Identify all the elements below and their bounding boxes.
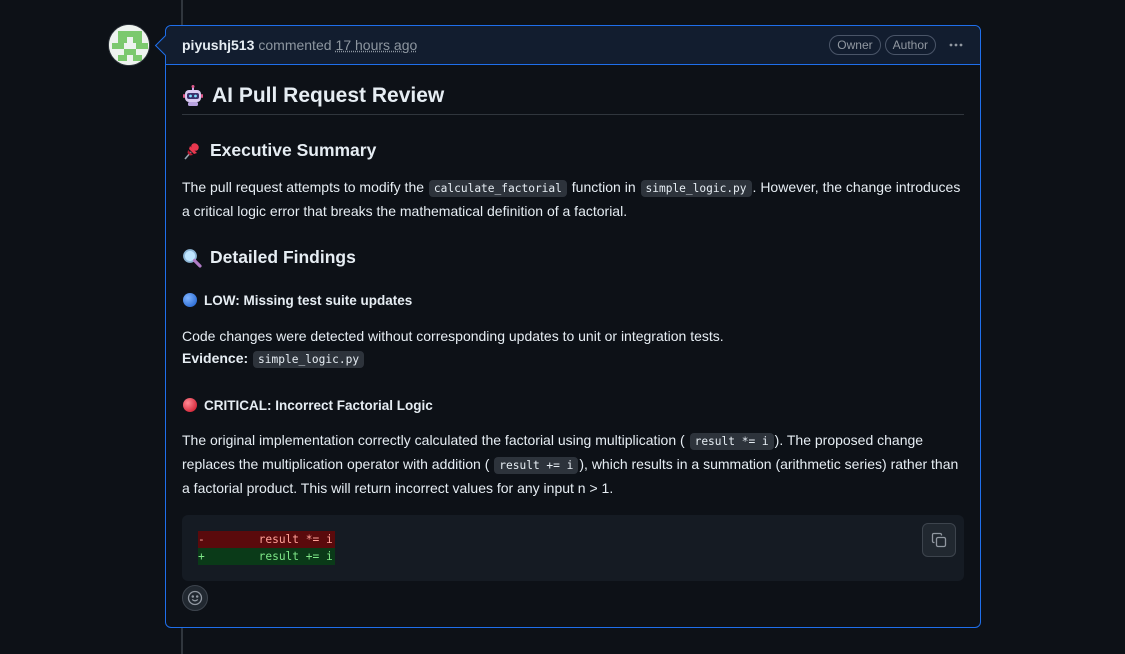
finding-critical-title: CRITICAL: Incorrect Factorial Logic <box>182 397 964 413</box>
comment-body: AI Pull Request Review Executive Summary… <box>166 65 980 581</box>
diff-added-line: + result += i <box>198 548 335 565</box>
diff-code-block: - result *= i + result += i <box>182 515 964 581</box>
evidence-label: Evidence: <box>182 350 249 366</box>
copy-button[interactable] <box>922 523 956 557</box>
summary-heading-text: Executive Summary <box>210 140 377 160</box>
author-badge: Author <box>884 35 936 55</box>
smiley-icon <box>187 590 203 606</box>
comment-author[interactable]: piyushj513 <box>182 37 254 53</box>
magnifying-glass-emoji-icon <box>182 248 202 268</box>
critical-text-1: The original implementation correctly ca… <box>182 432 685 448</box>
comment-box: piyushj513 commented 17 hours ago Owner … <box>165 25 981 628</box>
review-title: AI Pull Request Review <box>182 84 964 115</box>
robot-emoji-icon <box>182 85 204 107</box>
finding-critical-title-text: CRITICAL: Incorrect Factorial Logic <box>204 397 433 413</box>
summary-text-1: The pull request attempts to modify the <box>182 179 425 195</box>
header-right: Owner Author <box>829 35 964 55</box>
summary-code-function: calculate_factorial <box>428 180 567 197</box>
findings-heading-text: Detailed Findings <box>210 247 356 267</box>
summary-heading: Executive Summary <box>182 140 964 161</box>
pushpin-emoji-icon <box>182 141 202 161</box>
evidence-code: simple_logic.py <box>253 351 365 368</box>
findings-heading: Detailed Findings <box>182 247 964 268</box>
comment-header: piyushj513 commented 17 hours ago Owner … <box>166 26 980 65</box>
summary-text-2: function in <box>571 179 636 195</box>
finding-low-description: Code changes were detected without corre… <box>182 325 964 371</box>
kebab-horizontal-icon[interactable] <box>948 37 964 54</box>
critical-code-2: result += i <box>494 457 579 474</box>
summary-paragraph: The pull request attempts to modify the … <box>182 176 964 222</box>
copy-icon <box>931 532 947 548</box>
summary-code-file: simple_logic.py <box>640 180 752 197</box>
review-title-text: AI Pull Request Review <box>212 84 445 107</box>
blue-circle-emoji-icon <box>182 292 198 308</box>
critical-code-1: result *= i <box>689 433 774 450</box>
owner-badge: Owner <box>829 35 881 55</box>
finding-low-text: Code changes were detected without corre… <box>182 328 724 344</box>
finding-low-title-text: LOW: Missing test suite updates <box>204 292 413 308</box>
add-reaction-button[interactable] <box>182 585 208 611</box>
comment-action: commented <box>258 37 332 53</box>
red-circle-emoji-icon <box>182 397 198 413</box>
comment-time[interactable]: 17 hours ago <box>336 37 418 53</box>
finding-low-title: LOW: Missing test suite updates <box>182 292 964 308</box>
finding-critical-description: The original implementation correctly ca… <box>182 429 964 499</box>
diff-removed-line: - result *= i <box>198 531 335 548</box>
avatar[interactable] <box>108 24 150 66</box>
